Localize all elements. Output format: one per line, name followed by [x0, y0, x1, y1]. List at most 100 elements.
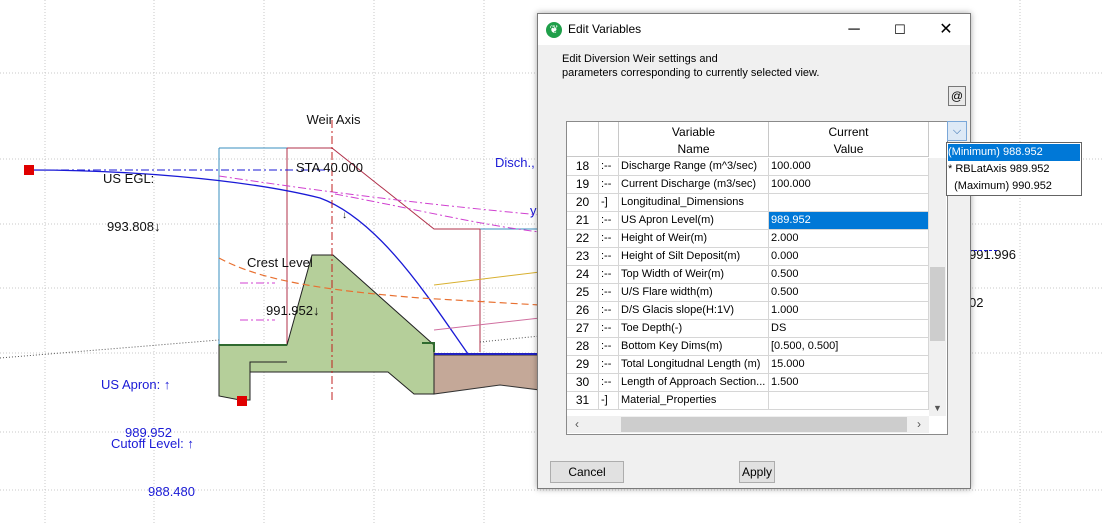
variable-name: Current Discharge (m3/sec) — [619, 176, 769, 194]
variable-name: Bottom Key Dims(m) — [619, 338, 769, 356]
row-number: 26 — [567, 302, 599, 320]
value-dropdown-list[interactable]: (Minimum) 988.952 * RBLatAxis 989.952 (Ma… — [946, 142, 1082, 196]
at-button[interactable]: @ — [948, 86, 966, 106]
variable-name: Height of Silt Deposit(m) — [619, 248, 769, 266]
table-row[interactable]: 29:-- Total Longitudnal Length (m) 15.000 — [567, 356, 947, 374]
minimize-button[interactable]: ─ — [831, 14, 877, 45]
variable-value[interactable]: 2.000 — [769, 230, 929, 248]
egl-handle[interactable] — [24, 165, 34, 175]
tree-indicator: :-- — [599, 266, 619, 284]
header-variable-name[interactable]: Variable Name — [619, 122, 769, 157]
tree-indicator: :-- — [599, 284, 619, 302]
table-row[interactable]: 22:-- Height of Weir(m) 2.000 — [567, 230, 947, 248]
app-leaf-icon: ❦ — [546, 22, 562, 38]
variable-value[interactable]: 15.000 — [769, 356, 929, 374]
dropdown-option[interactable]: (Minimum) 988.952 — [948, 144, 1080, 161]
right-level-label: 991.996 02 — [969, 215, 1016, 327]
variable-name: Height of Weir(m) — [619, 230, 769, 248]
tree-indicator: -] — [599, 194, 619, 212]
table-row[interactable]: 23:-- Height of Silt Deposit(m) 0.000 — [567, 248, 947, 266]
horizontal-scrollbar[interactable]: ‹ › — [567, 416, 929, 433]
variable-name: US Apron Level(m) — [619, 212, 769, 230]
table-row[interactable]: 27:-- Toe Depth(-) DS — [567, 320, 947, 338]
grid-header: Variable Name Current Value — [567, 122, 947, 158]
cancel-button[interactable]: Cancel — [550, 461, 624, 483]
vertical-scroll-thumb[interactable] — [930, 267, 945, 341]
variable-value[interactable]: 1.500 — [769, 374, 929, 392]
variable-name: Toe Depth(-) — [619, 320, 769, 338]
variable-value[interactable] — [769, 194, 929, 212]
tree-indicator: :-- — [599, 230, 619, 248]
variable-value[interactable]: 0.000 — [769, 248, 929, 266]
tree-indicator: :-- — [599, 302, 619, 320]
variable-value[interactable]: 100.000 — [769, 176, 929, 194]
dialog-titlebar[interactable]: ❦ Edit Variables ─ ☐ ✕ — [538, 14, 970, 45]
yellow-line — [433, 271, 541, 286]
cutoff-level-value: 988.480 — [148, 484, 195, 499]
dropdown-option[interactable]: * RBLatAxis 989.952 — [948, 161, 1080, 178]
variable-value[interactable]: 989.952 — [769, 212, 929, 230]
variable-name: Total Longitudnal Length (m) — [619, 356, 769, 374]
row-number: 25 — [567, 284, 599, 302]
scroll-right-arrow-icon[interactable]: › — [911, 416, 927, 433]
close-button[interactable]: ✕ — [923, 14, 969, 45]
row-number: 23 — [567, 248, 599, 266]
variable-name: D/S Glacis slope(H:1V) — [619, 302, 769, 320]
table-row[interactable]: 19:-- Current Discharge (m3/sec) 100.000 — [567, 176, 947, 194]
variable-value[interactable] — [769, 392, 929, 410]
tree-indicator: :-- — [599, 176, 619, 194]
table-row[interactable]: 30:-- Length of Approach Section... 1.500 — [567, 374, 947, 392]
scroll-left-arrow-icon[interactable]: ‹ — [569, 416, 585, 433]
edit-variables-dialog: ❦ Edit Variables ─ ☐ ✕ Edit Diversion We… — [537, 13, 971, 489]
us-apron-title: US Apron: ↑ — [101, 377, 171, 392]
variable-value[interactable]: 0.500 — [769, 266, 929, 284]
header-tree — [599, 122, 619, 157]
variable-name: Length of Approach Section... — [619, 374, 769, 392]
cutoff-handle[interactable] — [237, 396, 247, 406]
table-row[interactable]: 20 -] Longitudinal_Dimensions — [567, 194, 947, 212]
value-dropdown-chevron-icon[interactable]: ⌵ — [947, 121, 967, 141]
dialog-title: Edit Variables — [568, 22, 642, 36]
variable-value[interactable]: DS — [769, 320, 929, 338]
variable-name: U/S Flare width(m) — [619, 284, 769, 302]
variable-value[interactable]: 100.000 — [769, 158, 929, 176]
row-number: 30 — [567, 374, 599, 392]
table-row[interactable]: 28:-- Bottom Key Dims(m) [0.500, 0.500] — [567, 338, 947, 356]
variable-value[interactable]: 0.500 — [769, 284, 929, 302]
row-number: 27 — [567, 320, 599, 338]
row-number: 31 — [567, 392, 599, 410]
table-row[interactable]: 21:-- US Apron Level(m) 989.952 — [567, 212, 947, 230]
variable-value[interactable]: 1.000 — [769, 302, 929, 320]
scroll-down-arrow-icon[interactable]: ▼ — [929, 400, 946, 416]
downstream-apron — [433, 354, 541, 395]
weir-axis-title: Weir Axis — [306, 112, 361, 127]
header-current-value[interactable]: Current Value — [769, 122, 929, 157]
variable-value[interactable]: [0.500, 0.500] — [769, 338, 929, 356]
discharge-value: y — [530, 203, 537, 218]
cutoff-level-label: Cutoff Level: ↑ 988.480 — [111, 404, 195, 516]
horizontal-scroll-thumb[interactable] — [621, 417, 907, 432]
apply-button[interactable]: Apply — [739, 461, 775, 483]
table-row[interactable]: 24:-- Top Width of Weir(m) 0.500 — [567, 266, 947, 284]
row-number: 19 — [567, 176, 599, 194]
vertical-scrollbar[interactable] — [929, 158, 946, 416]
variable-name: Longitudinal_Dimensions — [619, 194, 769, 212]
table-row[interactable]: 18:-- Discharge Range (m^3/sec) 100.000 — [567, 158, 947, 176]
variable-name: Top Width of Weir(m) — [619, 266, 769, 284]
tree-indicator: :-- — [599, 212, 619, 230]
row-number: 22 — [567, 230, 599, 248]
table-row[interactable]: 26:-- D/S Glacis slope(H:1V) 1.000 — [567, 302, 947, 320]
tree-indicator: :-- — [599, 338, 619, 356]
dropdown-option[interactable]: (Maximum) 990.952 — [948, 178, 1080, 195]
tree-indicator: :-- — [599, 356, 619, 374]
table-row[interactable]: 25:-- U/S Flare width(m) 0.500 — [567, 284, 947, 302]
crest-level-value: 991.952↓ — [266, 303, 320, 318]
variables-grid[interactable]: Variable Name Current Value 18:-- Dischar… — [566, 121, 948, 435]
weir-axis-label: Weir Axis STA 40.000 ↓ — [296, 80, 363, 240]
tree-indicator: -] — [599, 392, 619, 410]
cutoff-level-title: Cutoff Level: ↑ — [111, 436, 194, 451]
maximize-button[interactable]: ☐ — [877, 14, 923, 45]
weir-axis-arrow: ↓ — [341, 210, 347, 221]
row-number: 20 — [567, 194, 599, 212]
table-row[interactable]: 31 -] Material_Properties — [567, 392, 947, 410]
